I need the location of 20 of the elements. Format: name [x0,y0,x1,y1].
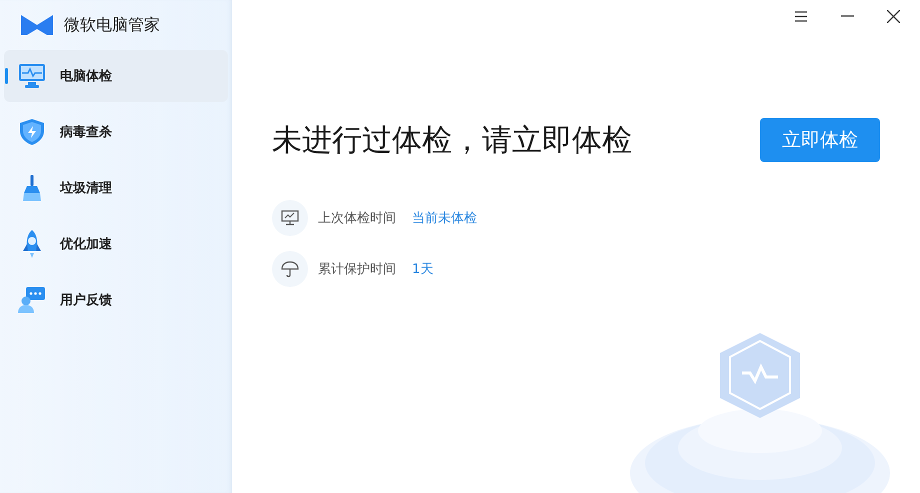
info-value: 1天 [412,261,434,278]
info-label: 上次体检时间 [318,210,396,227]
user-chat-icon [18,286,46,314]
monitor-icon [272,200,308,236]
status-heading: 未进行过体检，请立即体检 [272,122,632,160]
sidebar-item[interactable]: 优化加速 [4,218,228,270]
umbrella-icon [272,251,308,287]
sidebar-item[interactable]: 电脑体检 [4,50,228,102]
info-value: 当前未体检 [412,210,477,227]
sidebar-item[interactable]: 垃圾清理 [4,162,228,214]
info-label: 累计保护时间 [318,261,396,278]
app-title: 微软电脑管家 [64,14,160,36]
shield-icon [18,118,46,146]
monitor-icon [18,63,46,89]
sidebar-item[interactable]: 用户反馈 [4,274,228,326]
sidebar-item[interactable]: 病毒查杀 [4,106,228,158]
minimize-icon [840,15,854,17]
menu-icon [795,10,807,22]
close-icon [886,10,900,22]
logo-icon [21,15,53,35]
